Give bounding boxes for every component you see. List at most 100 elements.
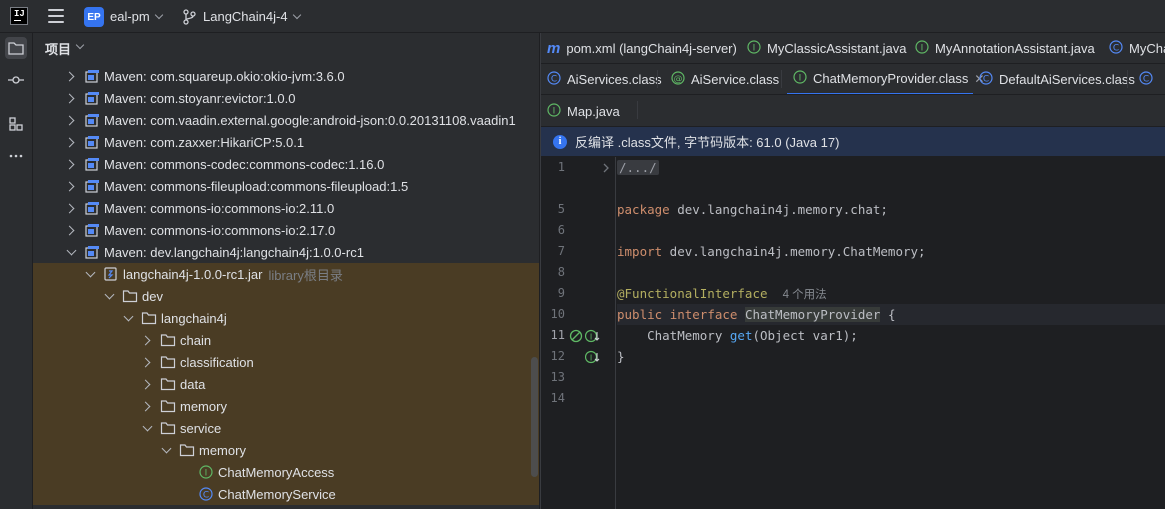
library-icon [84,156,100,172]
tab-pom-xml[interactable]: m pom.xml (langChain4j-server) [541,33,737,63]
title-bar: IJ EP eal-pm LangChain4j-4 [0,0,1165,33]
tab-mychat[interactable]: C MyCha [1103,33,1165,63]
intellij-logo-icon[interactable]: IJ [10,7,28,25]
chevron-right-icon[interactable] [66,137,76,147]
library-icon [84,68,100,84]
library-icon [84,244,100,260]
tree-row[interactable]: Maven: com.stoyanr:evictor:1.0.0 [33,87,539,109]
chevron-right-icon[interactable] [66,93,76,103]
library-icon [84,178,100,194]
structure-icon[interactable] [5,113,27,135]
tab-defaultaiservices-class[interactable]: C DefaultAiServices.class [973,64,1135,94]
import-name: dev.langchain4j.memory.ChatMemory; [662,244,926,259]
tree-row[interactable]: classification [33,351,539,373]
tab-label: Map.java [567,103,620,119]
chevron-right-icon[interactable] [66,203,76,213]
chevron-right-icon[interactable] [66,159,76,169]
tree-row[interactable]: Maven: com.zaxxer:HikariCP:5.0.1 [33,131,539,153]
chevron-right-icon[interactable] [66,225,76,235]
chevron-right-icon[interactable] [142,357,152,367]
tree-row[interactable]: chain [33,329,539,351]
tab-myclassicassistant[interactable]: I MyClassicAssistant.java [741,33,906,63]
tab-label: MyAnnotationAssistant.java [935,41,1095,56]
git-branch-icon[interactable] [182,9,196,25]
folder-icon [160,420,176,436]
tree-row[interactable]: Maven: dev.langchain4j:langchain4j:1.0.0… [33,241,539,263]
project-panel-title: 项目 [45,41,72,57]
project-badge[interactable]: EP [84,7,104,27]
tree-row-label: Maven: com.zaxxer:HikariCP:5.0.1 [104,134,305,150]
editor-tabs-row-2: C AiServices.class @ AiService.class I C… [541,64,1165,95]
keyword: interface [669,307,738,322]
tab-separator [657,70,658,88]
annotation-icon: @ [671,71,685,88]
chevron-down-icon[interactable] [85,269,95,279]
project-tree-scrollbar[interactable] [531,357,538,477]
fold-marker-icon[interactable] [603,161,611,176]
chevron-right-icon[interactable] [66,115,76,125]
code-area[interactable]: /.../ package dev.langchain4j.memory.cha… [617,157,1165,509]
commit-icon[interactable] [5,69,27,91]
tree-row[interactable]: Maven: commons-io:commons-io:2.11.0 [33,197,539,219]
more-tools-icon[interactable] [5,145,27,167]
tree-row[interactable]: C ChatMemoryService [33,483,539,505]
tab-aiservices-class[interactable]: C AiServices.class [541,64,662,94]
project-panel-header[interactable]: 项目 [33,33,539,63]
project-folder-icon[interactable] [5,37,27,59]
project-selector[interactable]: eal-pm [110,9,163,24]
tree-row[interactable]: Maven: commons-fileupload:commons-fileup… [33,175,539,197]
folded-region[interactable]: /.../ [617,160,659,175]
tree-row[interactable]: dev [33,285,539,307]
editor-area: m pom.xml (langChain4j-server) I MyClass… [540,33,1165,509]
usages-hint[interactable]: 4 个用法 [783,289,827,301]
tab-myannotationassistant[interactable]: I MyAnnotationAssistant.java [909,33,1095,63]
tree-row[interactable]: langchain4j [33,307,539,329]
tree-row[interactable]: Maven: com.vaadin.external.google:androi… [33,109,539,131]
branch-selector[interactable]: LangChain4j-4 [203,9,301,24]
chevron-right-icon[interactable] [66,71,76,81]
folder-icon [122,288,138,304]
implementation-marker-icon[interactable]: I [584,329,601,346]
no-usages-icon[interactable] [569,329,583,346]
tab-label: AiServices.class [567,72,662,87]
tree-row[interactable]: memory [33,439,539,461]
banner-text: 反编译 .class文件, 字节码版本: 61.0 (Java 17) [575,135,840,150]
line-number: 11 [550,328,565,342]
tab-label: AiService.class [691,72,780,87]
tree-row[interactable]: memory [33,395,539,417]
line-number: 8 [557,265,565,279]
tab-map-java[interactable]: I Map.java [541,95,620,126]
chevron-down-icon[interactable] [66,247,76,257]
chevron-down-icon[interactable] [123,313,133,323]
tree-row[interactable]: service [33,417,539,439]
chevron-right-icon[interactable] [142,401,152,411]
chevron-down-icon[interactable] [104,291,114,301]
chevron-right-icon[interactable] [142,379,152,389]
tree-row[interactable]: Maven: commons-codec:commons-codec:1.16.… [33,153,539,175]
tree-row[interactable]: I ChatMemoryAccess [33,461,539,483]
chevron-right-icon[interactable] [142,335,152,345]
chevron-down-icon[interactable] [142,423,152,433]
interface-icon: I [747,40,761,57]
tree-row[interactable]: data [33,373,539,395]
tab-label: DefaultAiServices.class [999,72,1135,87]
interface-icon: I [547,102,561,120]
jar-icon [103,266,119,282]
implementation-marker-icon[interactable]: I [584,350,601,367]
tree-row[interactable]: langchain4j-1.0.0-rc1.jar library根目录 [33,263,539,285]
folder-icon [179,442,195,458]
library-icon [84,112,100,128]
tree-row[interactable]: Maven: commons-io:commons-io:2.17.0 [33,219,539,241]
return-type: ChatMemory [617,328,730,343]
chevron-right-icon[interactable] [66,181,76,191]
tab-overflow[interactable]: C [1133,64,1159,94]
tree-row[interactable]: Maven: com.squareup.okio:okio-jvm:3.6.0 [33,65,539,87]
method-args: (Object var1); [752,328,858,343]
tab-chatmemoryprovider-class[interactable]: I ChatMemoryProvider.class ✕ [787,64,984,94]
svg-text:C: C [1113,44,1119,54]
tab-aiservice-class[interactable]: @ AiService.class [665,64,780,94]
chevron-down-icon [75,40,85,50]
main-menu-icon[interactable] [48,9,64,23]
chevron-down-icon[interactable] [161,445,171,455]
tree-row-label: classification [180,354,254,370]
